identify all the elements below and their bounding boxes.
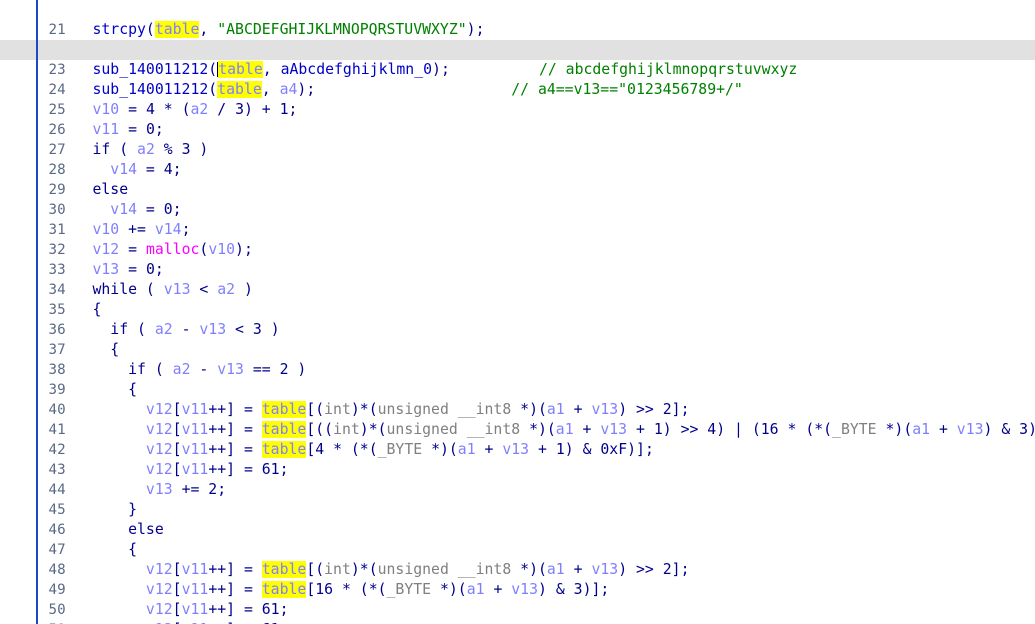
code-line[interactable]: 22 memset(&table[27], 0, 0x26ui64); xyxy=(0,20,1035,58)
code-line[interactable]: 34 while ( v13 < a2 ) xyxy=(0,260,1035,298)
code-line[interactable]: 43 v12[v11++] = 61; xyxy=(0,440,1035,478)
code-line[interactable]: 24 sub_140011212(table, a4); // a4==v13=… xyxy=(0,60,1035,98)
code-line[interactable]: 31 v10 += v14; xyxy=(0,200,1035,238)
code-line[interactable]: 44 v13 += 2; xyxy=(0,460,1035,498)
code-line[interactable]: 28 v14 = 4; xyxy=(0,140,1035,178)
code-line[interactable]: 30 v14 = 0; xyxy=(0,180,1035,218)
code-line[interactable]: 29 else xyxy=(0,160,1035,198)
pseudocode-editor[interactable]: 21 strcpy(table, "ABCDEFGHIJKLMNOPQRSTUV… xyxy=(0,0,1035,624)
code-line[interactable]: 49 v12[v11++] = table[16 * (*(_BYTE *)(a… xyxy=(0,560,1035,598)
code-line-current[interactable]: 23 sub_140011212(table, aAbcdefghijklmn_… xyxy=(0,40,1035,78)
code-line[interactable]: 21 strcpy(table, "ABCDEFGHIJKLMNOPQRSTUV… xyxy=(0,0,1035,38)
code-line[interactable]: 33 v13 = 0; xyxy=(0,240,1035,278)
code-line[interactable]: 47 { xyxy=(0,520,1035,558)
code-line[interactable]: 41 v12[v11++] = table[((int)*(unsigned _… xyxy=(0,400,1035,438)
code-line[interactable]: 26 v11 = 0; xyxy=(0,100,1035,138)
code-line[interactable]: 50 v12[v11++] = 61; xyxy=(0,580,1035,618)
code-line[interactable]: 42 v12[v11++] = table[4 * (*(_BYTE *)(a1… xyxy=(0,420,1035,458)
code-line[interactable]: 46 else xyxy=(0,500,1035,538)
code-line[interactable]: 38 if ( a2 - v13 == 2 ) xyxy=(0,340,1035,378)
code-line[interactable]: 25 v10 = 4 * (a2 / 3) + 1; xyxy=(0,80,1035,118)
line-content[interactable]: v12[v11++] = 61; xyxy=(66,620,289,624)
code-line[interactable]: 27 if ( a2 % 3 ) xyxy=(0,120,1035,158)
code-line[interactable]: 32 v12 = malloc(v10); xyxy=(0,220,1035,258)
code-line[interactable]: 36 if ( a2 - v13 < 3 ) xyxy=(0,300,1035,338)
code-line[interactable]: 48 v12[v11++] = table[(int)*(unsigned __… xyxy=(0,540,1035,578)
code-line[interactable]: 45 } xyxy=(0,480,1035,518)
code-line[interactable]: 40 v12[v11++] = table[(int)*(unsigned __… xyxy=(0,380,1035,418)
code-line[interactable]: 51 v12[v11++] = 61; xyxy=(0,600,1035,624)
line-number: 51 xyxy=(36,620,66,624)
code-line[interactable]: 39 { xyxy=(0,360,1035,398)
code-line[interactable]: 37 { xyxy=(0,320,1035,358)
code-line[interactable]: 35 { xyxy=(0,280,1035,318)
